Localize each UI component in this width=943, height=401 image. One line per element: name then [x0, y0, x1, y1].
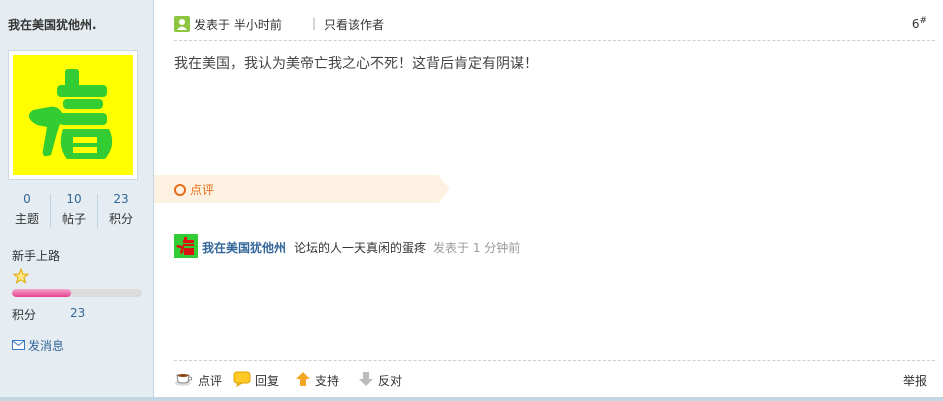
post-body: 发表于 半小时前 | 只看该作者 6# 我在美国，我认为美帝亡我之心不死！这背后…	[154, 0, 943, 401]
speech-bubble-icon	[233, 371, 251, 390]
bottom-border	[0, 397, 943, 401]
support-button[interactable]: 支持	[295, 371, 339, 390]
ring-icon	[174, 183, 186, 196]
comment-tag: 点评	[174, 181, 214, 198]
comment-item: 我在美国犹他州 论坛的人一天真闲的蛋疼 发表于 1 分钟前	[174, 234, 914, 258]
comment-button[interactable]: 点评	[174, 371, 222, 390]
avatar-image	[13, 55, 133, 175]
stat-threads-label: 主题	[14, 212, 39, 226]
cup-icon	[174, 371, 194, 390]
oppose-button-label[interactable]: 反对	[378, 372, 402, 389]
points-row: 积分 23	[12, 306, 85, 323]
online-user-icon	[174, 16, 190, 35]
send-message-link[interactable]: 发消息	[12, 337, 64, 354]
reply-button[interactable]: 回复	[233, 371, 279, 390]
support-button-label[interactable]: 支持	[315, 372, 339, 389]
send-message-label[interactable]: 发消息	[28, 337, 64, 354]
post-time: 发表于 半小时前	[194, 18, 282, 32]
comment-button-label[interactable]: 点评	[198, 372, 222, 389]
comment-section-header: 点评	[154, 175, 450, 203]
comment-text: 论坛的人一天真闲的蛋疼	[294, 241, 427, 255]
envelope-icon	[12, 339, 25, 353]
level-progress-bar	[12, 289, 142, 297]
points-label: 积分	[12, 308, 37, 322]
stat-points-label: 积分	[108, 212, 133, 226]
reply-button-label[interactable]: 回复	[255, 372, 279, 389]
star-icon	[12, 267, 30, 287]
avatar[interactable]	[8, 50, 138, 180]
floor-number[interactable]: 6#	[912, 16, 927, 31]
post-header: 发表于 半小时前 | 只看该作者 6#	[174, 14, 935, 41]
stat-threads-value[interactable]: 0	[4, 192, 50, 206]
post-content: 我在美国，我认为美帝亡我之心不死！这背后肯定有阴谋！	[174, 56, 538, 72]
report-link[interactable]: 举报	[903, 372, 927, 389]
comment-time: 发表于 1 分钟前	[433, 241, 521, 255]
author-name[interactable]: 我在美国犹他州.	[8, 16, 97, 33]
points-value: 23	[70, 306, 86, 320]
author-sidebar: 我在美国犹他州. 0 主题 10 帖子 23 积分 新手上路 积分 23 发消息	[0, 0, 154, 401]
arrow-up-icon	[295, 371, 311, 390]
comment-avatar[interactable]	[174, 234, 198, 258]
stat-posts-label: 帖子	[61, 212, 86, 226]
stat-posts[interactable]: 10 帖子	[51, 192, 97, 227]
floor-suffix: #	[919, 16, 927, 26]
comment-tag-label: 点评	[190, 183, 215, 197]
stat-points-value[interactable]: 23	[98, 192, 144, 206]
post-actions: 点评 回复 支持 反对 举报	[174, 360, 935, 397]
level-progress-fill	[12, 289, 71, 297]
comment-username[interactable]: 我在美国犹他州	[202, 239, 286, 256]
stat-points[interactable]: 23 积分	[98, 192, 144, 227]
header-separator: |	[312, 16, 317, 30]
stat-posts-value[interactable]: 10	[51, 192, 97, 206]
oppose-button[interactable]: 反对	[358, 371, 402, 390]
view-author-only-link[interactable]: 只看该作者	[324, 16, 384, 33]
arrow-down-icon	[358, 371, 374, 390]
stat-threads[interactable]: 0 主题	[4, 192, 50, 227]
user-group[interactable]: 新手上路	[12, 247, 60, 264]
user-stats: 0 主题 10 帖子 23 积分	[4, 192, 144, 232]
